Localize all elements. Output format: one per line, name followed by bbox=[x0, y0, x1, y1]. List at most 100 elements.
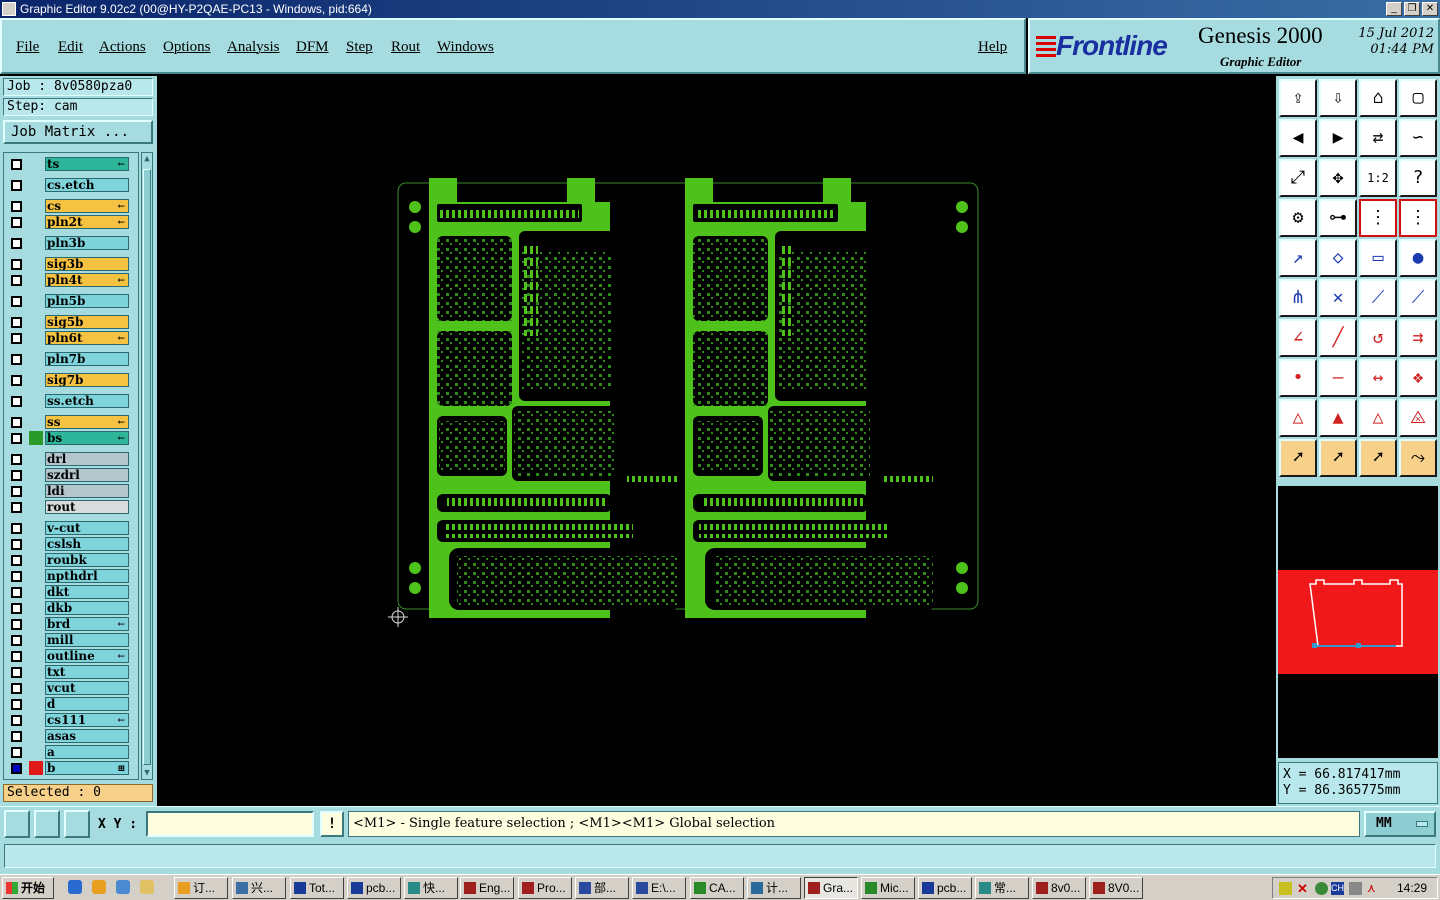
zoom-home-tool[interactable]: ✥ bbox=[1319, 159, 1357, 197]
layer-row-sig5b[interactable]: sig5b bbox=[7, 315, 129, 329]
layer-name[interactable]: sig7b bbox=[45, 373, 129, 387]
pointer-tool[interactable]: ➚ bbox=[1279, 439, 1317, 477]
shapes-tool[interactable]: ❖ bbox=[1399, 359, 1437, 397]
taskbar-button[interactable]: E:\... bbox=[632, 877, 686, 899]
layer-name[interactable]: v-cut bbox=[45, 521, 129, 535]
layer-checkbox[interactable] bbox=[11, 539, 22, 550]
layer-name[interactable]: pln5b bbox=[45, 294, 129, 308]
taskbar-button[interactable]: Gra... bbox=[804, 877, 858, 899]
layer-name[interactable]: drl bbox=[45, 452, 129, 466]
layer-name[interactable]: rout bbox=[45, 500, 129, 514]
layer-checkbox[interactable] bbox=[11, 433, 22, 444]
layer-row-ts[interactable]: ts ← bbox=[7, 157, 129, 171]
layer-checkbox[interactable] bbox=[11, 731, 22, 742]
graphic-canvas[interactable] bbox=[157, 76, 1276, 806]
menu-windows[interactable]: Windows bbox=[437, 39, 494, 56]
taskbar-button[interactable]: 常... bbox=[975, 877, 1029, 899]
layer-name[interactable]: dkb bbox=[45, 601, 129, 615]
layer-row-pln4t[interactable]: pln4t ← bbox=[7, 273, 129, 287]
layer-row-outline[interactable]: outline ← bbox=[7, 649, 129, 663]
taskbar-button[interactable]: 8v0... bbox=[1032, 877, 1086, 899]
layer-checkbox[interactable] bbox=[11, 747, 22, 758]
layer-row-sig3b[interactable]: sig3b bbox=[7, 257, 129, 271]
menu-options[interactable]: Options bbox=[163, 39, 211, 56]
triangle-line-tool[interactable]: △ bbox=[1359, 399, 1397, 437]
layer-name[interactable]: vcut bbox=[45, 681, 129, 695]
layer-checkbox[interactable] bbox=[11, 296, 22, 307]
menu-step[interactable]: Step bbox=[346, 39, 373, 56]
layer-checkbox[interactable] bbox=[11, 417, 22, 428]
layer-name[interactable]: outline ← bbox=[45, 649, 129, 663]
point-tool[interactable]: • bbox=[1279, 359, 1317, 397]
layer-row-ldi[interactable]: ldi bbox=[7, 484, 129, 498]
layer-checkbox[interactable] bbox=[11, 635, 22, 646]
taskbar-button[interactable]: 兴... bbox=[232, 877, 286, 899]
layer-row-txt[interactable]: txt bbox=[7, 665, 129, 679]
layer-row-cslsh[interactable]: cslsh bbox=[7, 537, 129, 551]
grid-snap-button[interactable] bbox=[64, 810, 90, 838]
node-tool[interactable]: ⋔ bbox=[1279, 279, 1317, 317]
layer-checkbox[interactable] bbox=[11, 217, 22, 228]
taskbar-button[interactable]: pcb... bbox=[347, 877, 401, 899]
layer-name[interactable]: npthdrl bbox=[45, 569, 129, 583]
layer-checkbox[interactable] bbox=[11, 715, 22, 726]
layer-checkbox[interactable] bbox=[11, 763, 22, 774]
layer-checkbox[interactable] bbox=[11, 486, 22, 497]
taskbar-button[interactable]: Mic... bbox=[861, 877, 915, 899]
taskbar-button[interactable]: 计... bbox=[747, 877, 801, 899]
layer-row-sig7b[interactable]: sig7b bbox=[7, 373, 129, 387]
layer-checkbox[interactable] bbox=[11, 275, 22, 286]
job-matrix-button[interactable]: Job Matrix ... bbox=[3, 120, 153, 144]
layer-checkbox[interactable] bbox=[11, 571, 22, 582]
layer-checkbox[interactable] bbox=[11, 159, 22, 170]
scroll-down-arrow-icon[interactable]: ▼ bbox=[142, 767, 152, 779]
layer-name[interactable]: roubk bbox=[45, 553, 129, 567]
layer-scrollbar[interactable]: ▲ ▼ bbox=[141, 152, 153, 780]
quicklaunch-icon[interactable] bbox=[92, 880, 106, 894]
layer-row-v-cut[interactable]: v-cut bbox=[7, 521, 129, 535]
layer-checkbox[interactable] bbox=[11, 683, 22, 694]
layer-name[interactable]: cslsh bbox=[45, 537, 129, 551]
angle-mode-button[interactable] bbox=[34, 810, 60, 838]
dimension-tool[interactable]: ↔ bbox=[1359, 359, 1397, 397]
layer-row-b[interactable]: b ⊞ bbox=[7, 761, 129, 775]
pan-left-tool[interactable]: ◀ bbox=[1279, 119, 1317, 157]
layer-name[interactable]: dkt bbox=[45, 585, 129, 599]
layer-name[interactable]: brd ← bbox=[45, 617, 129, 631]
layers-select-tool[interactable]: ⋮ bbox=[1399, 199, 1437, 237]
measure-tool[interactable]: ⊶ bbox=[1319, 199, 1357, 237]
layer-color-swatch[interactable] bbox=[29, 431, 43, 445]
snap-mode-button[interactable] bbox=[4, 810, 30, 838]
layer-checkbox[interactable] bbox=[11, 502, 22, 513]
layer-checkbox[interactable] bbox=[11, 651, 22, 662]
menu-file[interactable]: File bbox=[16, 39, 39, 56]
open-job-tool[interactable]: ⇪ bbox=[1279, 79, 1317, 117]
taskbar-button[interactable]: Pro... bbox=[518, 877, 572, 899]
layer-name[interactable]: b ⊞ bbox=[45, 761, 129, 775]
quicklaunch-icon[interactable] bbox=[140, 880, 154, 894]
layer-name[interactable]: sig3b bbox=[45, 257, 129, 271]
minimize-button[interactable]: _ bbox=[1386, 2, 1402, 16]
layer-name[interactable]: ts ← bbox=[45, 157, 129, 171]
tray-close-icon[interactable]: ✕ bbox=[1297, 882, 1310, 895]
menu-analysis[interactable]: Analysis bbox=[227, 39, 280, 56]
layer-row-pln7b[interactable]: pln7b bbox=[7, 352, 129, 366]
taskbar-button[interactable]: Tot... bbox=[290, 877, 344, 899]
layer-checkbox[interactable] bbox=[11, 667, 22, 678]
layer-name[interactable]: pln2t ← bbox=[45, 215, 129, 229]
layer-row-vcut[interactable]: vcut bbox=[7, 681, 129, 695]
keyboard-icon[interactable] bbox=[1349, 882, 1362, 895]
layer-row-cs.etch[interactable]: cs.etch bbox=[7, 178, 129, 192]
layer-name[interactable]: pln4t ← bbox=[45, 273, 129, 287]
layer-color-swatch[interactable] bbox=[29, 761, 43, 775]
triangle-cross-tool[interactable]: ⨻ bbox=[1399, 399, 1437, 437]
connect-tool[interactable]: ⟋ bbox=[1359, 279, 1397, 317]
layer-row-pln3b[interactable]: pln3b bbox=[7, 236, 129, 250]
taskbar-button[interactable]: 8V0... bbox=[1089, 877, 1143, 899]
layer-name[interactable]: sig5b bbox=[45, 315, 129, 329]
layer-row-cs[interactable]: cs ← bbox=[7, 199, 129, 213]
layer-checkbox[interactable] bbox=[11, 238, 22, 249]
layer-checkbox[interactable] bbox=[11, 317, 22, 328]
layer-checkbox[interactable] bbox=[11, 619, 22, 630]
help-tool[interactable]: ? bbox=[1399, 159, 1437, 197]
